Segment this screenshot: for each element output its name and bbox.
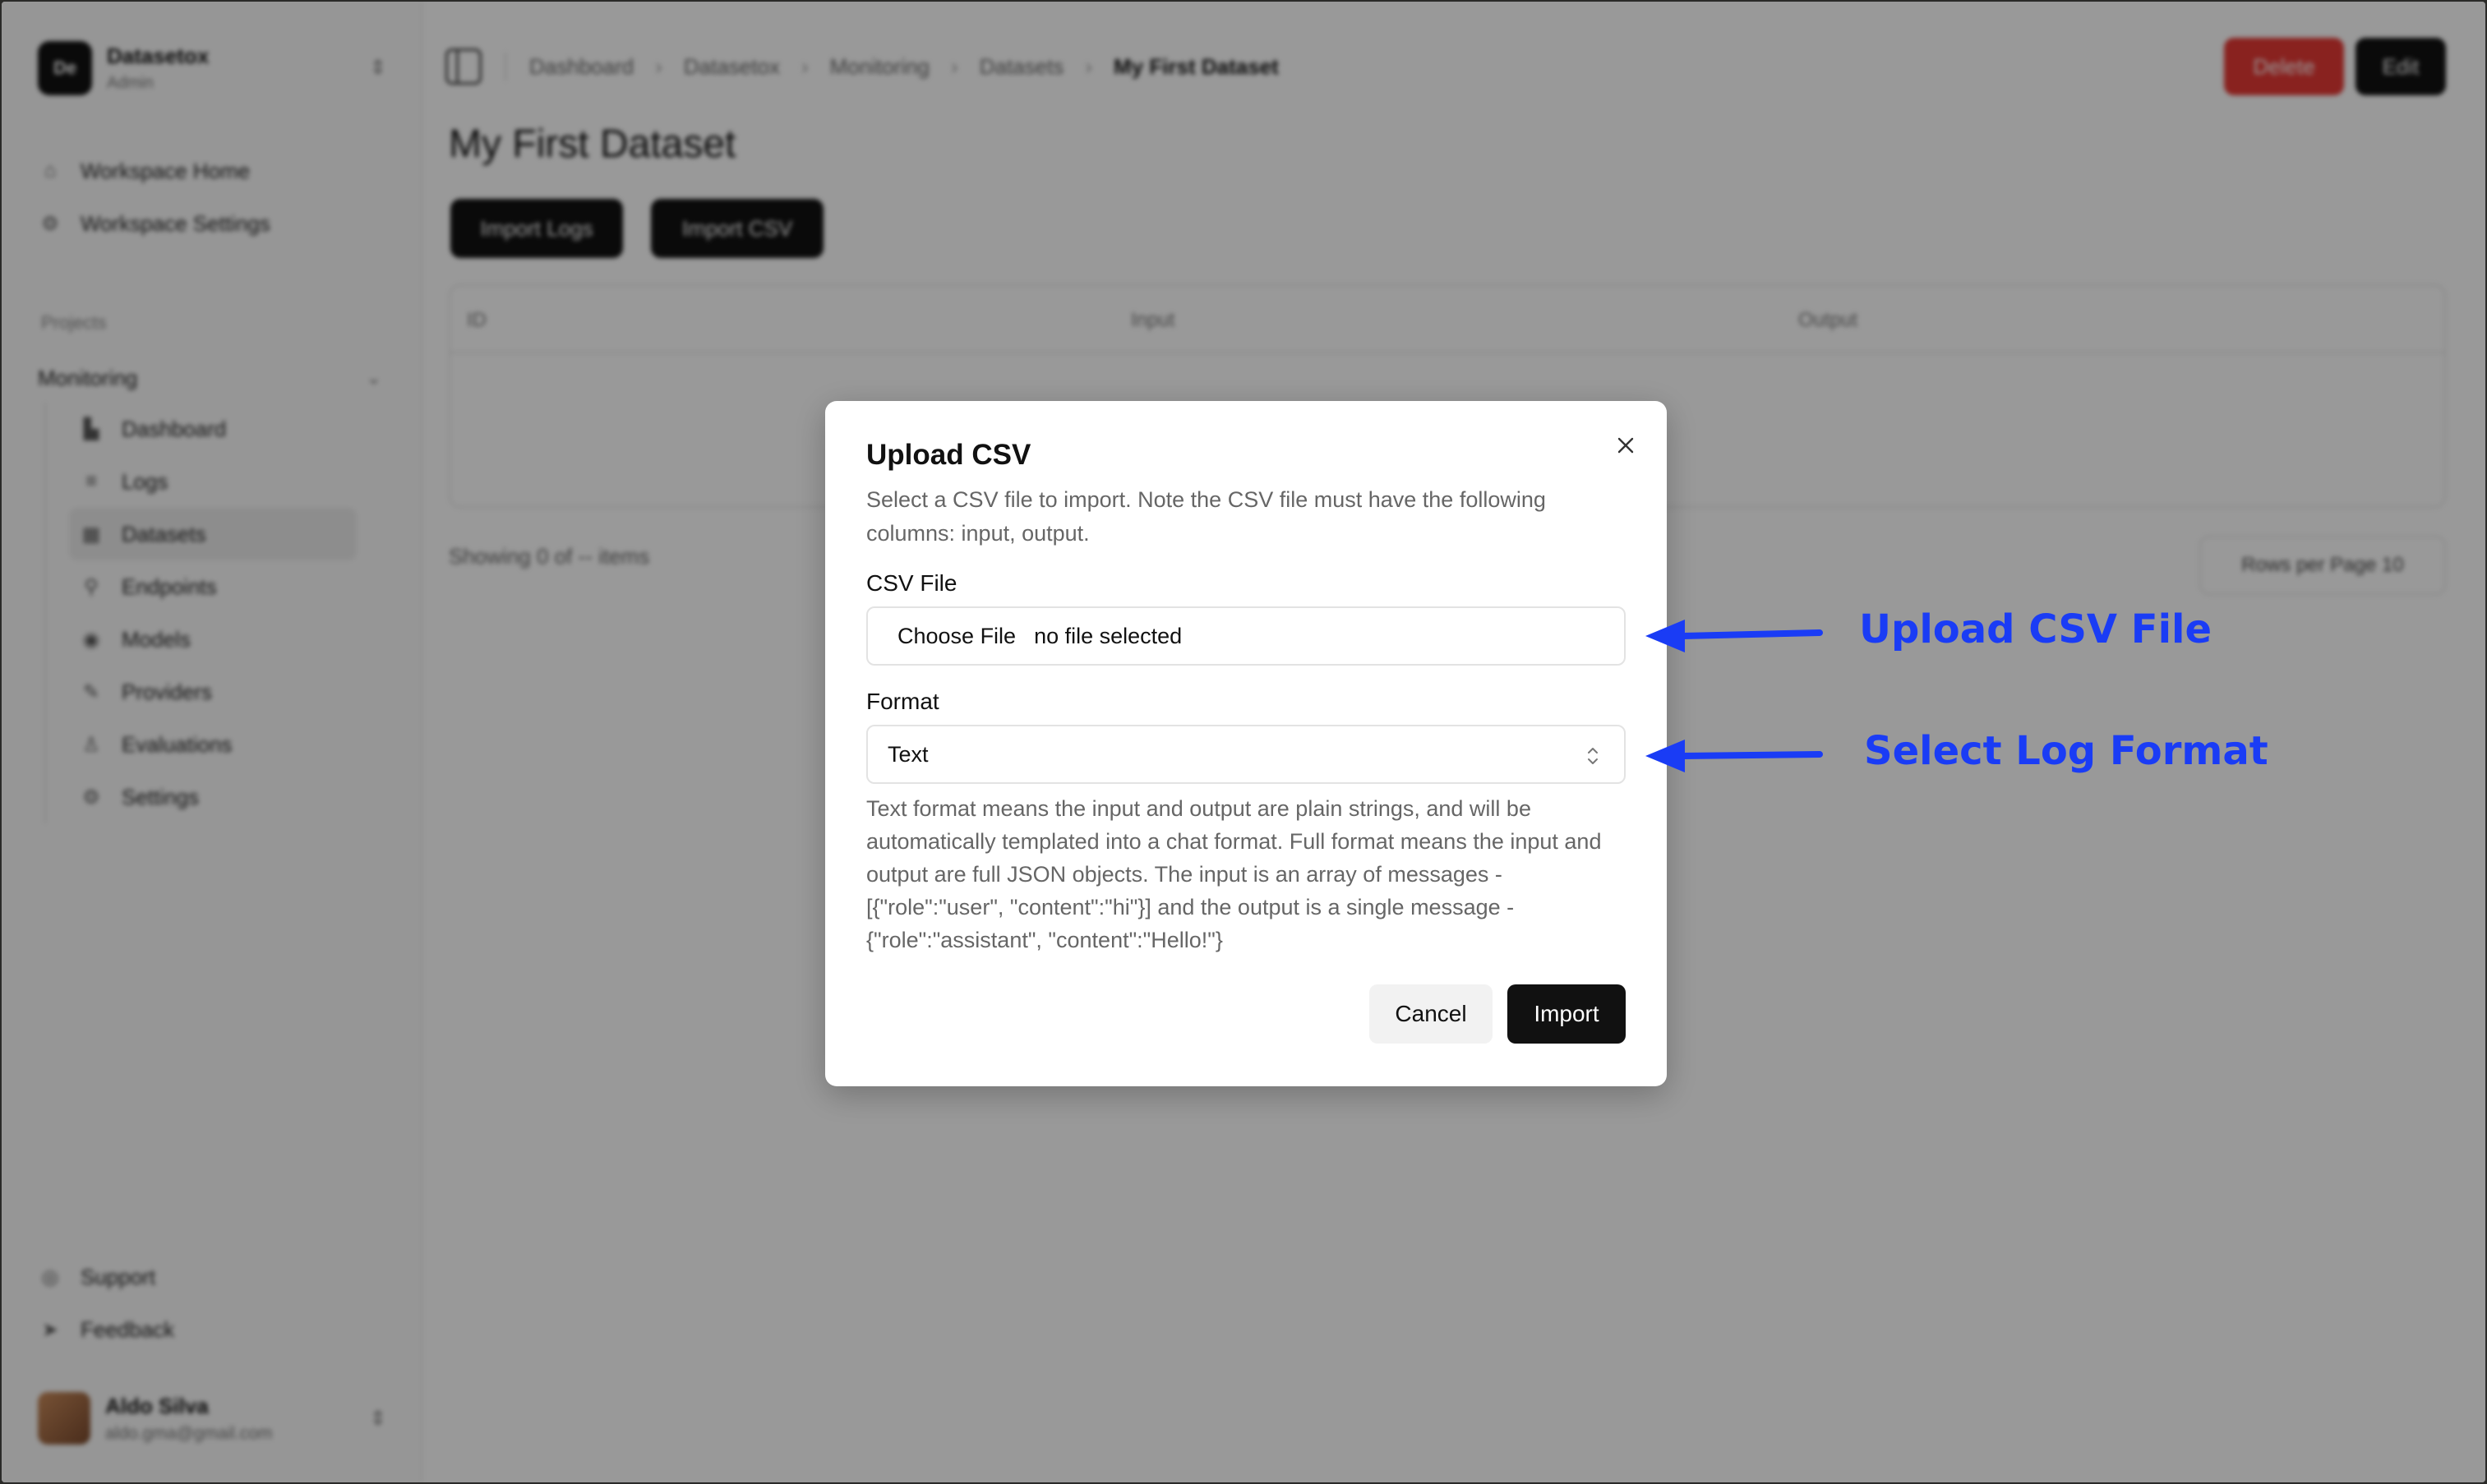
cancel-button[interactable]: Cancel: [1369, 984, 1493, 1044]
dialog-description: Select a CSV file to import. Note the CS…: [866, 487, 1546, 546]
file-status: no file selected: [1034, 623, 1183, 648]
choose-file-button[interactable]: Choose File: [897, 624, 1016, 649]
app-window: De Datasetox Admin ⇕ ⌂ Workspace Home ⚙ …: [2, 2, 2485, 1482]
csv-file-input[interactable]: Choose File no file selected: [866, 606, 1626, 666]
close-icon[interactable]: [1609, 429, 1642, 462]
import-button[interactable]: Import: [1507, 984, 1626, 1044]
dialog-title: Upload CSV: [866, 439, 1031, 471]
format-label: Format: [866, 689, 939, 714]
format-select-value: Text: [888, 741, 929, 767]
upload-csv-dialog: Upload CSV Select a CSV file to import. …: [825, 401, 1667, 1086]
chevron-updown-icon: [1588, 748, 1598, 764]
format-help-text: Text format means the input and output a…: [866, 796, 1602, 952]
annotation-upload-csv: Upload CSV File: [1859, 606, 2212, 652]
format-select[interactable]: Text: [866, 725, 1626, 784]
csv-file-label: CSV File: [866, 570, 957, 596]
arrow-left-icon: [1645, 740, 1823, 772]
arrow-left-icon: [1645, 620, 1823, 652]
annotation-select-format: Select Log Format: [1864, 728, 2268, 774]
